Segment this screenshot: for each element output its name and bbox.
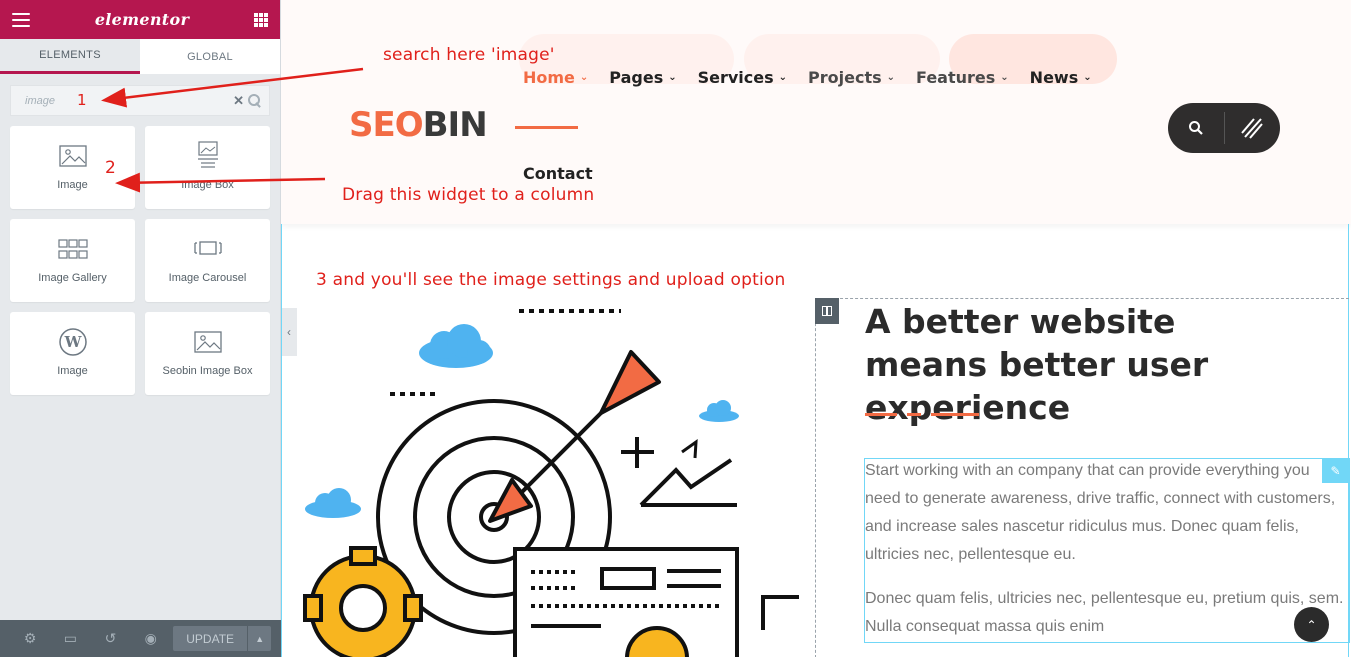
wordpress-icon: W [58, 328, 87, 356]
annotation-number-1: 1 [77, 91, 87, 109]
widget-search-input[interactable] [25, 94, 234, 107]
paragraph: Start working with an company that can p… [865, 462, 1336, 563]
divider [907, 413, 921, 416]
page-preview: Home ⌄ Pages ⌄ Services ⌄ Projects ⌄ Feature… [281, 0, 1351, 657]
chevron-down-icon: ⌄ [778, 72, 788, 83]
paragraph: Donec quam felis, ultricies nec, pellent… [865, 590, 1344, 635]
nav-item-pages[interactable]: Pages ⌄ [609, 68, 676, 87]
widget-label: Image [57, 365, 88, 377]
responsive-icon[interactable]: ▭ [50, 630, 90, 647]
header-actions [1168, 103, 1280, 153]
nav-item-home[interactable]: Home ⌄ [523, 68, 588, 87]
heading-decoration [865, 413, 979, 416]
search-icon [248, 94, 261, 107]
image-icon [58, 145, 87, 167]
cloud-icon [699, 400, 739, 422]
widgets-grid-icon[interactable] [254, 12, 268, 27]
nav-item-news[interactable]: News ⌄ [1030, 68, 1092, 87]
chevron-down-icon: ⌄ [886, 72, 896, 83]
widget-image[interactable]: Image [10, 126, 135, 209]
widget-label: Image Gallery [38, 272, 107, 284]
logo-text-primary: SEO [349, 105, 424, 145]
cloud-icon [305, 488, 361, 518]
chevron-up-icon[interactable]: ▲ [247, 626, 271, 651]
tab-global[interactable]: GLOBAL [140, 39, 280, 74]
menu-icon[interactable] [12, 12, 30, 27]
main-nav: Home ⌄ Pages ⌄ Services ⌄ Projects ⌄ Feature… [523, 68, 1113, 87]
nav-item-projects[interactable]: Projects ⌄ [808, 68, 895, 87]
elementor-panel: elementor ELEMENTS GLOBAL ✕ Image Image … [0, 0, 281, 657]
scroll-to-top-button[interactable]: ⌃ [1294, 607, 1329, 642]
logo-text-secondary: BIN [422, 105, 488, 145]
history-icon[interactable]: ↺ [90, 630, 130, 647]
divider [865, 413, 897, 416]
logo-divider [515, 126, 578, 129]
image-box-icon [197, 141, 218, 168]
clear-search-icon[interactable]: ✕ [233, 93, 244, 109]
widget-label: Image Carousel [168, 272, 247, 284]
widget-grid: Image Image Box Image Gallery Image Caro… [10, 126, 270, 395]
divider [931, 413, 979, 416]
panel-header: elementor [0, 0, 280, 39]
settings-icon[interactable]: ⚙ [10, 630, 50, 647]
nav-item-contact[interactable]: Contact [523, 164, 593, 183]
elementor-logo: elementor [94, 10, 190, 29]
widget-image-box[interactable]: Image Box [145, 126, 270, 209]
chevron-up-icon: ⌃ [1306, 617, 1317, 632]
chevron-down-icon: ⌄ [668, 72, 677, 83]
column-handle-icon[interactable] [815, 298, 839, 324]
update-button[interactable]: UPDATE [172, 626, 248, 651]
image-icon [193, 331, 222, 353]
widget-label: Image Box [181, 179, 234, 191]
edit-pencil-icon[interactable]: ✎ [1322, 458, 1349, 483]
app-root: elementor ELEMENTS GLOBAL ✕ Image Image … [0, 0, 1351, 657]
widget-label: Image [57, 179, 88, 191]
chevron-down-icon: ⌄ [1000, 72, 1009, 83]
annotation-step-2: Drag this widget to a column [342, 185, 595, 205]
search-icon[interactable] [1168, 103, 1224, 153]
widget-search: ✕ [10, 85, 270, 116]
target-illustration [303, 309, 799, 657]
chevron-down-icon: ⌄ [1083, 72, 1092, 83]
nav-item-features[interactable]: Features ⌄ [916, 68, 1009, 87]
tab-elements[interactable]: ELEMENTS [0, 39, 140, 74]
section-heading[interactable]: A better website means better user exper… [865, 300, 1305, 429]
preview-eye-icon[interactable]: ◉ [131, 630, 171, 647]
gear-icon [303, 546, 423, 657]
annotation-step-3: 3 and you'll see the image settings and … [316, 270, 786, 290]
image-gallery-icon [57, 239, 88, 259]
annotation-step-1: search here 'image' [383, 45, 555, 65]
cloud-icon [419, 324, 493, 368]
panel-tabs: ELEMENTS GLOBAL [0, 39, 280, 74]
widget-label: Seobin Image Box [162, 365, 253, 377]
image-carousel-icon [193, 241, 222, 255]
panel-footer: ⚙ ▭ ↺ ◉ UPDATE ▲ [0, 620, 281, 657]
widget-seobin-image-box[interactable]: Seobin Image Box [145, 312, 270, 395]
site-logo[interactable]: SEO BIN [349, 105, 488, 145]
annotation-number-2: 2 [105, 158, 117, 178]
widget-image-gallery[interactable]: Image Gallery [10, 219, 135, 302]
widget-wp-image[interactable]: W Image [10, 312, 135, 395]
nav-item-services[interactable]: Services ⌄ [698, 68, 787, 87]
chevron-down-icon: ⌄ [579, 72, 589, 83]
svg-text:W: W [63, 333, 82, 351]
widget-image-carousel[interactable]: Image Carousel [145, 219, 270, 302]
offcanvas-menu-icon[interactable] [1224, 103, 1280, 153]
